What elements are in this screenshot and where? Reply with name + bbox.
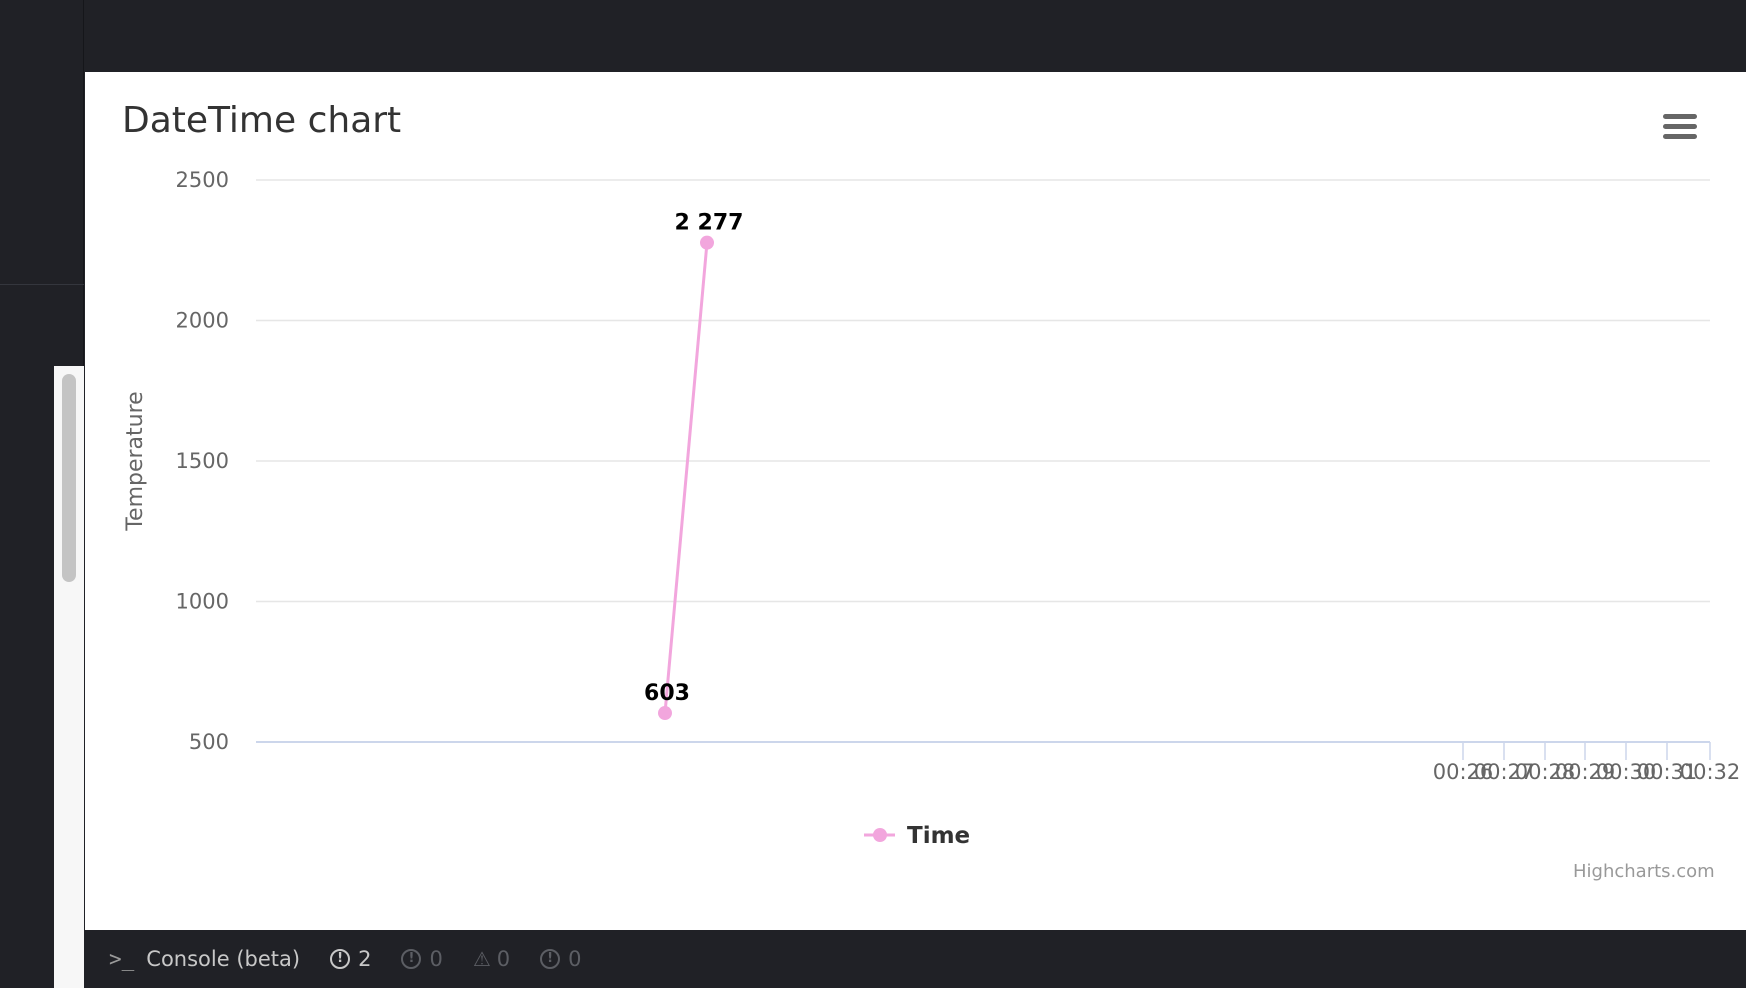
data-label: 603: [644, 681, 690, 706]
y-tick-label: 2500: [176, 168, 229, 192]
error-count-value: 2: [358, 947, 372, 971]
console-bar: >_ Console (beta) ! 2 ! 0 ⚠ 0 ! 0: [85, 930, 1746, 988]
error-count[interactable]: ! 2: [330, 947, 371, 971]
top-bar: [85, 0, 1746, 72]
legend-label: Time: [907, 823, 970, 849]
legend-symbol-marker: [873, 828, 887, 842]
warning-count-value: 0: [496, 947, 511, 971]
info-count-value: 0: [429, 947, 443, 971]
console-toggle[interactable]: >_ Console (beta): [109, 947, 300, 971]
log-count-value: 0: [568, 947, 582, 971]
credits-link[interactable]: Highcharts.com: [1573, 861, 1715, 882]
error-icon: !: [330, 949, 351, 969]
legend-item[interactable]: Time: [864, 823, 970, 849]
series-line: [663, 242, 709, 714]
log-icon: !: [540, 949, 561, 969]
warning-icon: ⚠: [472, 947, 491, 971]
scrollbar[interactable]: [54, 366, 84, 988]
chart-plot: 500100015002000250000:2600:2700:2800:290…: [123, 168, 1741, 849]
y-tick-label: 2000: [176, 309, 229, 333]
data-label: 2 277: [675, 211, 744, 236]
y-tick-label: 1500: [176, 449, 229, 473]
scrollbar-thumb[interactable]: [62, 374, 76, 582]
y-tick-label: 1000: [176, 590, 229, 614]
warning-count[interactable]: ⚠ 0: [473, 947, 510, 971]
info-count[interactable]: ! 0: [401, 947, 443, 971]
log-count[interactable]: ! 0: [540, 947, 582, 971]
y-axis-title: Temperature: [123, 391, 148, 531]
console-label: Console (beta): [146, 947, 301, 971]
terminal-icon: >_: [109, 947, 135, 971]
x-tick-label: 00:32: [1680, 760, 1741, 784]
data-point: [700, 235, 714, 250]
y-tick-label: 500: [189, 730, 229, 754]
chart-panel: DateTime chart 500 1000 1500 2000 2500 00:26 0…: [85, 72, 1746, 930]
rail-divider: [0, 284, 84, 285]
info-icon: !: [401, 949, 422, 969]
data-point: [658, 706, 672, 721]
